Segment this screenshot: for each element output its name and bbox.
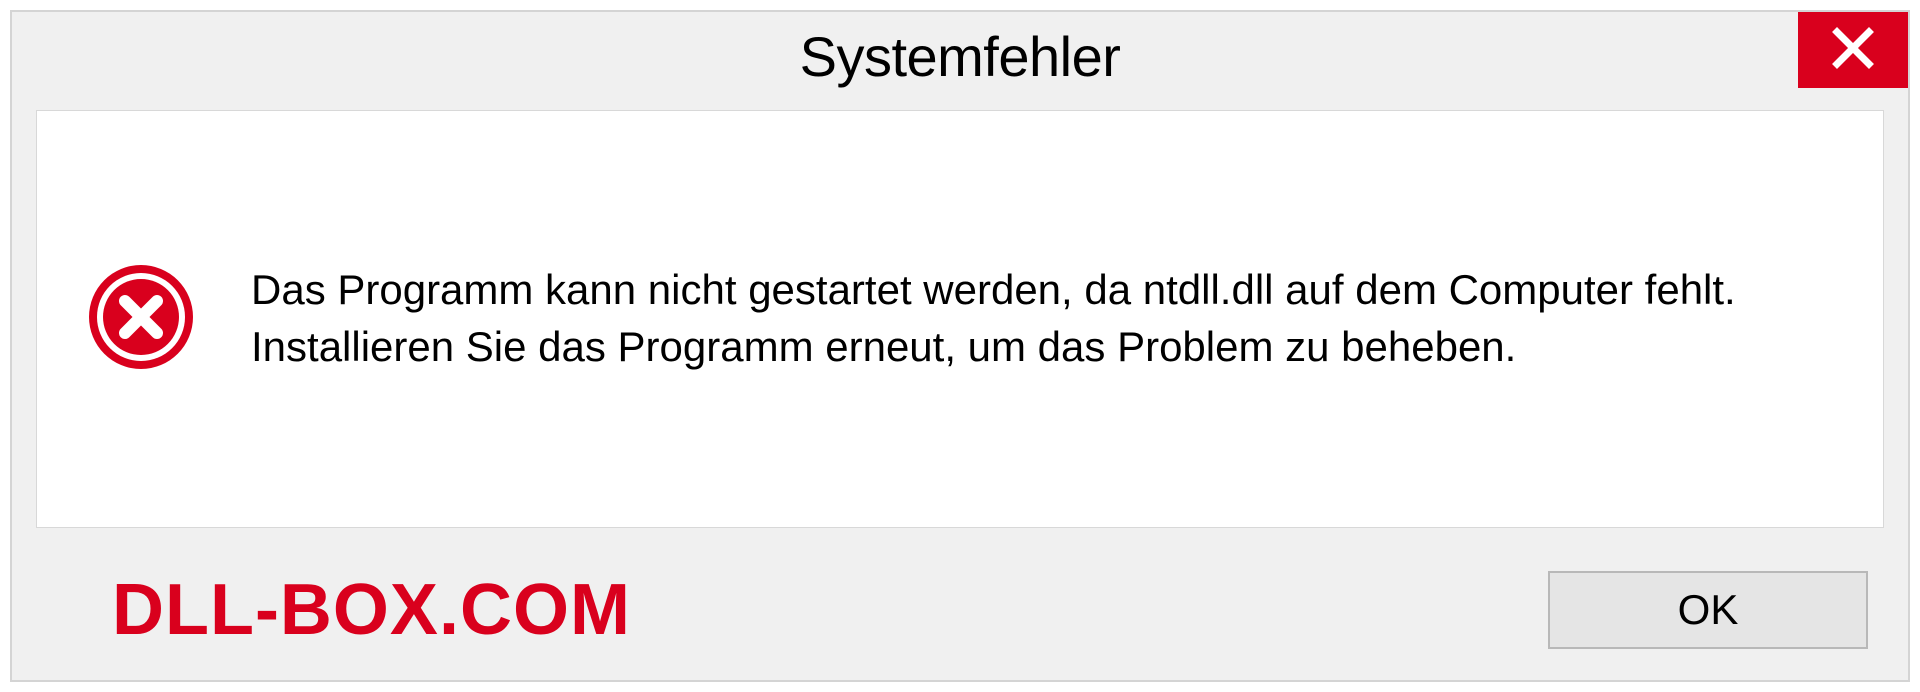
close-button[interactable] <box>1798 12 1908 88</box>
titlebar: Systemfehler <box>12 12 1908 100</box>
close-icon <box>1831 26 1875 75</box>
watermark-text: DLL-BOX.COM <box>112 569 631 651</box>
error-icon <box>87 263 195 376</box>
error-dialog: Systemfehler Das Programm kann nicht ges… <box>10 10 1910 682</box>
ok-button[interactable]: OK <box>1548 571 1868 649</box>
error-message: Das Programm kann nicht gestartet werden… <box>251 262 1751 375</box>
dialog-footer: DLL-BOX.COM OK <box>12 540 1908 680</box>
content-panel: Das Programm kann nicht gestartet werden… <box>36 110 1884 528</box>
dialog-title: Systemfehler <box>800 24 1121 89</box>
